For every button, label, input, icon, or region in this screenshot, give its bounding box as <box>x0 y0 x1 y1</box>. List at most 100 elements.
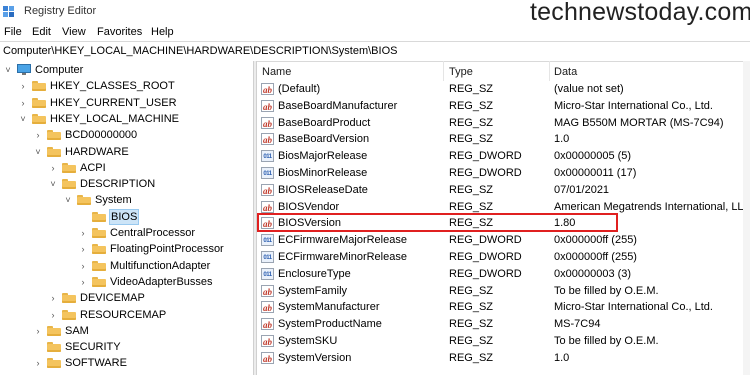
tree-node-label[interactable]: VideoAdapterBusses <box>109 274 214 290</box>
value-name: BIOSVendor <box>278 200 340 213</box>
menu-help[interactable]: Help <box>151 26 174 38</box>
tree-node[interactable]: › BCD00000000 <box>33 127 253 143</box>
chevron-down-icon[interactable]: ˅ <box>48 176 58 192</box>
tree-node[interactable]: › HKEY_CLASSES_ROOT <box>18 78 253 94</box>
address-bar[interactable]: Computer\HKEY_LOCAL_MACHINE\HARDWARE\DES… <box>0 41 750 62</box>
vertical-scrollbar[interactable] <box>743 61 750 375</box>
tree-node[interactable]: › RESOURCEMAP <box>48 307 253 323</box>
chevron-down-icon[interactable]: ˅ <box>63 192 73 208</box>
chevron-right-icon[interactable]: › <box>48 160 58 176</box>
value-data: 1.0 <box>554 133 570 146</box>
key-tree-pane[interactable]: ˅ Computer › HKEY_CLASSES_ROOT › HKEY_CURRENT… <box>0 61 253 375</box>
tree-node[interactable]: › FloatingPointProcessor <box>78 241 253 257</box>
chevron-right-icon[interactable]: › <box>48 307 58 323</box>
value-type: REG_DWORD <box>449 267 522 280</box>
tree-node[interactable]: ˅ System <box>63 192 253 208</box>
tree-node[interactable]: › ACPI <box>48 160 253 176</box>
tree-node[interactable]: ˅ Computer <box>3 62 243 78</box>
tree-node-label[interactable]: System <box>94 192 133 208</box>
tree-node-label[interactable]: HKEY_CURRENT_USER <box>49 95 178 111</box>
tree-node[interactable]: › SOFTWARE <box>33 355 253 371</box>
chevron-down-icon[interactable]: ˅ <box>33 144 43 160</box>
tree-node[interactable]: › VideoAdapterBusses <box>78 274 253 290</box>
column-header-name[interactable]: Name <box>262 66 291 78</box>
value-row[interactable]: ab SystemVersion REG_SZ 1.0 <box>257 350 743 367</box>
tree-node[interactable]: › DEVICEMAP <box>48 290 253 306</box>
folder-icon <box>77 195 91 206</box>
tree-node[interactable]: ˅ HKEY_LOCAL_MACHINE <box>18 111 253 127</box>
value-row[interactable]: ab SystemSKU REG_SZ To be filled by O.E.M. <box>257 333 743 350</box>
chevron-right-icon[interactable]: › <box>78 258 88 274</box>
value-row[interactable]: ab SystemFamily REG_SZ To be filled by O.E.… <box>257 283 743 300</box>
tree-node-label[interactable]: SOFTWARE <box>64 355 128 371</box>
menu-edit[interactable]: Edit <box>32 26 51 38</box>
tree-node-label[interactable]: DESCRIPTION <box>79 176 156 192</box>
tree-node[interactable]: › SAM <box>33 323 253 339</box>
chevron-down-icon[interactable]: ˅ <box>3 62 13 78</box>
tree-node-label[interactable]: FloatingPointProcessor <box>109 241 225 257</box>
value-row[interactable]: 011 ECFirmwareMinorRelease REG_DWORD 0x0000… <box>257 249 743 266</box>
column-divider[interactable] <box>443 61 444 81</box>
value-type: REG_DWORD <box>449 150 522 163</box>
tree-node-label[interactable]: DEVICEMAP <box>79 290 146 306</box>
tree-node[interactable]: BIOS <box>78 208 253 225</box>
folder-icon <box>92 244 106 255</box>
value-name: BiosMinorRelease <box>278 167 368 179</box>
binary-value-icon: 011 <box>261 150 274 163</box>
chevron-right-icon[interactable]: › <box>48 290 58 306</box>
tree-node-label[interactable]: Computer <box>34 62 84 78</box>
tree-node-label[interactable]: SECURITY <box>64 339 122 355</box>
value-type: REG_DWORD <box>449 234 522 247</box>
tree-node-label[interactable]: MultifunctionAdapter <box>109 258 211 274</box>
value-row[interactable]: 011 BiosMinorRelease REG_DWORD 0x00000011 (… <box>257 165 743 182</box>
column-divider[interactable] <box>549 61 550 81</box>
value-row[interactable]: 011 EnclosureType REG_DWORD 0x00000003 (3) <box>257 266 743 283</box>
value-row[interactable]: ab BIOSReleaseDate REG_SZ 07/01/2021 <box>257 182 743 199</box>
tree-node-label[interactable]: HKEY_CLASSES_ROOT <box>49 78 176 94</box>
chevron-right-icon[interactable]: › <box>33 355 43 371</box>
string-value-icon: ab <box>261 133 274 146</box>
tree-node-label[interactable]: BCD00000000 <box>64 127 138 143</box>
column-header-type[interactable]: Type <box>449 66 473 78</box>
chevron-right-icon[interactable]: › <box>78 241 88 257</box>
column-header-data[interactable]: Data <box>554 66 577 78</box>
menu-view[interactable]: View <box>62 26 86 38</box>
folder-icon <box>92 260 106 271</box>
tree-node-label[interactable]: HARDWARE <box>64 144 130 160</box>
value-row[interactable]: 011 BiosMajorRelease REG_DWORD 0x00000005 (… <box>257 148 743 165</box>
chevron-right-icon[interactable]: › <box>78 225 88 241</box>
tree-node[interactable]: SECURITY <box>33 339 253 355</box>
tree-node-label[interactable]: HKEY_LOCAL_MACHINE <box>49 111 180 127</box>
menu-favorites[interactable]: Favorites <box>97 26 142 38</box>
tree-node-label[interactable]: BIOS <box>109 208 140 225</box>
registry-editor-icon <box>3 6 14 17</box>
menu-file[interactable]: File <box>4 26 22 38</box>
folder-icon <box>62 309 76 320</box>
chevron-right-icon[interactable]: › <box>33 323 43 339</box>
value-row[interactable]: ab (Default) REG_SZ (value not set) <box>257 81 743 98</box>
value-row[interactable]: ab BaseBoardProduct REG_SZ MAG B550M MORTAR… <box>257 115 743 132</box>
address-path[interactable]: Computer\HKEY_LOCAL_MACHINE\HARDWARE\DES… <box>3 45 397 57</box>
tree-node-label[interactable]: ACPI <box>79 160 107 176</box>
value-row[interactable]: ab SystemProductName REG_SZ MS-7C94 <box>257 316 743 333</box>
tree-node[interactable]: ˅ HARDWARE <box>33 144 253 160</box>
tree-node[interactable]: › HKEY_CURRENT_USER <box>18 95 253 111</box>
value-row[interactable]: 011 ECFirmwareMajorRelease REG_DWORD 0x0000… <box>257 232 743 249</box>
chevron-right-icon[interactable]: › <box>78 274 88 290</box>
tree-node[interactable]: ˅ DESCRIPTION <box>48 176 253 192</box>
tree-node-label[interactable]: CentralProcessor <box>109 225 196 241</box>
tree-node-label[interactable]: SAM <box>64 323 90 339</box>
value-row[interactable]: ab BaseBoardManufacturer REG_SZ Micro-Star … <box>257 98 743 115</box>
tree-node[interactable]: › CentralProcessor <box>78 225 253 241</box>
value-row[interactable]: ab BaseBoardVersion REG_SZ 1.0 <box>257 131 743 148</box>
tree-node-label[interactable]: RESOURCEMAP <box>79 307 167 323</box>
chevron-right-icon[interactable]: › <box>18 78 28 94</box>
value-row[interactable]: ab SystemManufacturer REG_SZ Micro-Star Int… <box>257 299 743 316</box>
title-bar: Registry Editor technewstoday.com <box>0 0 750 26</box>
chevron-down-icon[interactable]: ˅ <box>18 111 28 127</box>
chevron-right-icon[interactable]: › <box>33 127 43 143</box>
chevron-right-icon[interactable]: › <box>18 95 28 111</box>
tree-node[interactable]: › MultifunctionAdapter <box>78 258 253 274</box>
string-value-icon: ab <box>261 335 274 347</box>
value-type: REG_SZ <box>449 116 494 129</box>
